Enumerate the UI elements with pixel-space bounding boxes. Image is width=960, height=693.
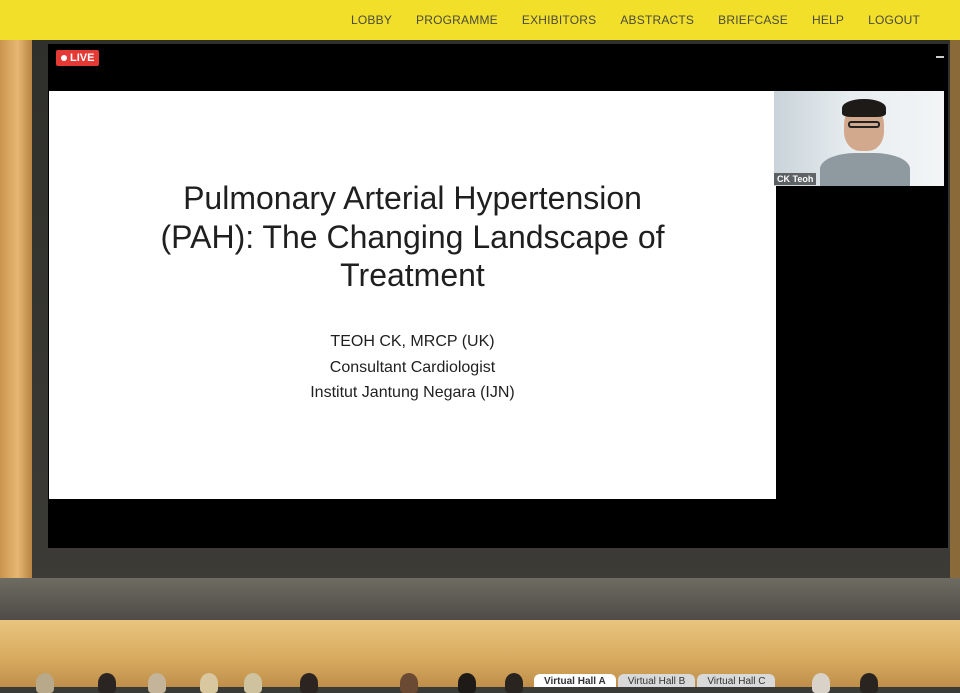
nav-programme[interactable]: PROGRAMME — [416, 13, 498, 27]
stream-screen[interactable]: LIVE Pulmonary Arterial Hypertension (PA… — [48, 44, 948, 548]
audience-head — [812, 673, 830, 693]
speaker-name-label: CK Teoh — [774, 173, 817, 185]
nav-abstracts[interactable]: ABSTRACTS — [620, 13, 694, 27]
audience-head — [200, 673, 218, 693]
nav-briefcase[interactable]: BRIEFCASE — [718, 13, 788, 27]
hall-tab-a[interactable]: Virtual Hall A — [534, 674, 616, 687]
live-badge: LIVE — [56, 50, 100, 66]
audience-head — [505, 673, 523, 693]
nav-exhibitors[interactable]: EXHIBITORS — [522, 13, 596, 27]
wood-panel-right — [950, 40, 960, 580]
presentation-slide: Pulmonary Arterial Hypertension (PAH): T… — [49, 91, 776, 499]
audience-head — [300, 673, 318, 693]
slide-title-line: Pulmonary Arterial Hypertension — [183, 180, 642, 216]
nav-logout[interactable]: LOGOUT — [868, 13, 920, 27]
audience-head — [148, 673, 166, 693]
stage-floor — [0, 578, 960, 620]
audience-head — [98, 673, 116, 693]
slide-author-block: TEOH CK, MRCP (UK) Consultant Cardiologi… — [49, 329, 776, 406]
slide-author-role: Consultant Cardiologist — [329, 358, 496, 376]
hall-tab-c[interactable]: Virtual Hall C — [697, 674, 776, 687]
audience-head — [244, 673, 262, 693]
audience-head — [36, 673, 54, 693]
speaker-video-tile[interactable]: CK Teoh — [774, 91, 944, 186]
slide-title-line: Treatment — [340, 257, 485, 293]
audience-head — [860, 673, 878, 693]
hall-tabs: Virtual Hall A Virtual Hall B Virtual Ha… — [534, 674, 777, 687]
nav-lobby[interactable]: LOBBY — [351, 13, 392, 27]
wood-panel-left — [0, 40, 32, 580]
hall-tab-b[interactable]: Virtual Hall B — [617, 674, 696, 687]
live-label: LIVE — [70, 52, 95, 64]
speaker-hair — [842, 99, 886, 117]
nav-help[interactable]: HELP — [812, 13, 844, 27]
slide-author-institution: Institut Jantung Negara (IJN) — [310, 384, 515, 401]
audience-head — [458, 673, 476, 693]
speaker-body — [820, 153, 910, 186]
audience-head — [400, 673, 418, 693]
slide-title: Pulmonary Arterial Hypertension (PAH): T… — [49, 179, 776, 295]
top-nav-bar: LOBBY PROGRAMME EXHIBITORS ABSTRACTS BRI… — [0, 0, 960, 40]
live-dot-icon — [61, 55, 67, 61]
speaker-glasses — [848, 121, 880, 128]
slide-author-name: TEOH CK, MRCP (UK) — [330, 333, 495, 350]
minimize-icon[interactable] — [936, 56, 944, 58]
slide-title-line: (PAH): The Changing Landscape of — [160, 218, 665, 255]
audience-row — [0, 668, 960, 693]
